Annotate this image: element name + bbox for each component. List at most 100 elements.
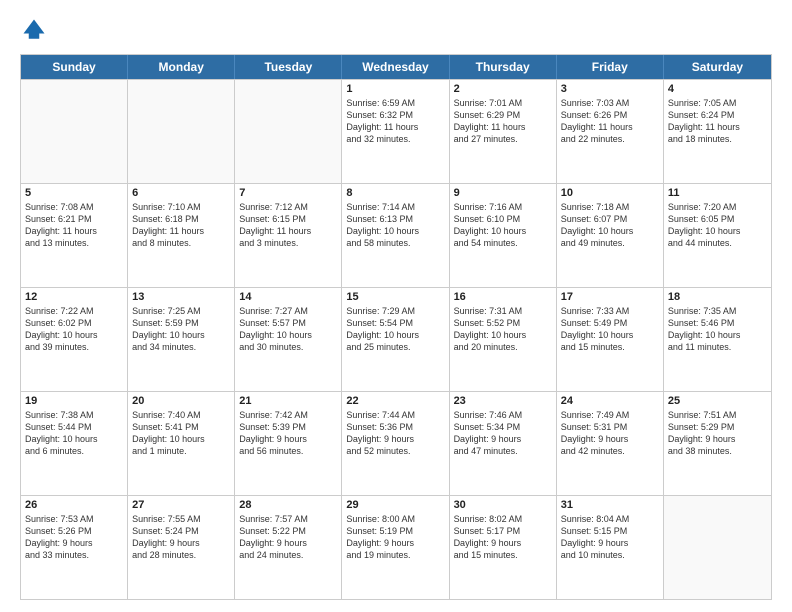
day-cell-20: 20 Sunrise: 7:40 AM Sunset: 5:41 PM Dayli… [128, 392, 235, 495]
day-number: 19 [25, 395, 123, 407]
day-cell-23: 23 Sunrise: 7:46 AM Sunset: 5:34 PM Dayli… [450, 392, 557, 495]
day-info: Sunrise: 7:35 AM Sunset: 5:46 PM Dayligh… [668, 305, 767, 354]
day-header-saturday: Saturday [664, 55, 771, 79]
day-cell-7: 7 Sunrise: 7:12 AM Sunset: 6:15 PM Daylig… [235, 184, 342, 287]
day-cell-19: 19 Sunrise: 7:38 AM Sunset: 5:44 PM Dayli… [21, 392, 128, 495]
day-info: Sunrise: 7:22 AM Sunset: 6:02 PM Dayligh… [25, 305, 123, 354]
day-number: 1 [346, 83, 444, 95]
day-cell-15: 15 Sunrise: 7:29 AM Sunset: 5:54 PM Dayli… [342, 288, 449, 391]
day-cell-12: 12 Sunrise: 7:22 AM Sunset: 6:02 PM Dayli… [21, 288, 128, 391]
day-info: Sunrise: 7:12 AM Sunset: 6:15 PM Dayligh… [239, 201, 337, 250]
day-number: 4 [668, 83, 767, 95]
week-row-3: 12 Sunrise: 7:22 AM Sunset: 6:02 PM Dayli… [21, 287, 771, 391]
empty-cell [128, 80, 235, 183]
empty-cell [21, 80, 128, 183]
day-number: 21 [239, 395, 337, 407]
day-number: 29 [346, 499, 444, 511]
day-info: Sunrise: 7:05 AM Sunset: 6:24 PM Dayligh… [668, 97, 767, 146]
day-info: Sunrise: 7:40 AM Sunset: 5:41 PM Dayligh… [132, 409, 230, 458]
day-number: 31 [561, 499, 659, 511]
day-info: Sunrise: 7:25 AM Sunset: 5:59 PM Dayligh… [132, 305, 230, 354]
day-info: Sunrise: 7:42 AM Sunset: 5:39 PM Dayligh… [239, 409, 337, 458]
day-number: 15 [346, 291, 444, 303]
day-info: Sunrise: 7:38 AM Sunset: 5:44 PM Dayligh… [25, 409, 123, 458]
calendar-body: 1 Sunrise: 6:59 AM Sunset: 6:32 PM Daylig… [21, 79, 771, 599]
day-header-wednesday: Wednesday [342, 55, 449, 79]
day-number: 9 [454, 187, 552, 199]
day-number: 6 [132, 187, 230, 199]
day-header-sunday: Sunday [21, 55, 128, 79]
day-cell-11: 11Sunrise: 7:20 AM Sunset: 6:05 PM Dayli… [664, 184, 771, 287]
day-cell-5: 5Sunrise: 7:08 AM Sunset: 6:21 PM Daylig… [21, 184, 128, 287]
day-cell-9: 9 Sunrise: 7:16 AM Sunset: 6:10 PM Daylig… [450, 184, 557, 287]
logo [20, 16, 52, 44]
day-cell-2: 2 Sunrise: 7:01 AM Sunset: 6:29 PM Daylig… [450, 80, 557, 183]
day-info: Sunrise: 7:46 AM Sunset: 5:34 PM Dayligh… [454, 409, 552, 458]
day-cell-28: 28 Sunrise: 7:57 AM Sunset: 5:22 PM Dayli… [235, 496, 342, 599]
header [20, 16, 772, 44]
day-cell-6: 6 Sunrise: 7:10 AM Sunset: 6:18 PM Daylig… [128, 184, 235, 287]
day-info: Sunrise: 7:55 AM Sunset: 5:24 PM Dayligh… [132, 513, 230, 562]
day-number: 22 [346, 395, 444, 407]
day-cell-4: 4 Sunrise: 7:05 AM Sunset: 6:24 PM Daylig… [664, 80, 771, 183]
day-info: Sunrise: 7:53 AM Sunset: 5:26 PM Dayligh… [25, 513, 123, 562]
day-number: 23 [454, 395, 552, 407]
day-cell-13: 13 Sunrise: 7:25 AM Sunset: 5:59 PM Dayli… [128, 288, 235, 391]
day-cell-22: 22Sunrise: 7:44 AM Sunset: 5:36 PM Dayli… [342, 392, 449, 495]
day-info: Sunrise: 8:00 AM Sunset: 5:19 PM Dayligh… [346, 513, 444, 562]
day-header-tuesday: Tuesday [235, 55, 342, 79]
day-info: Sunrise: 7:33 AM Sunset: 5:49 PM Dayligh… [561, 305, 659, 354]
day-cell-30: 30 Sunrise: 8:02 AM Sunset: 5:17 PM Dayli… [450, 496, 557, 599]
day-info: Sunrise: 7:51 AM Sunset: 5:29 PM Dayligh… [668, 409, 767, 458]
day-number: 2 [454, 83, 552, 95]
empty-cell [664, 496, 771, 599]
day-info: Sunrise: 7:49 AM Sunset: 5:31 PM Dayligh… [561, 409, 659, 458]
day-number: 20 [132, 395, 230, 407]
day-number: 8 [346, 187, 444, 199]
day-info: Sunrise: 7:01 AM Sunset: 6:29 PM Dayligh… [454, 97, 552, 146]
day-cell-1: 1 Sunrise: 6:59 AM Sunset: 6:32 PM Daylig… [342, 80, 449, 183]
day-number: 16 [454, 291, 552, 303]
day-info: Sunrise: 7:14 AM Sunset: 6:13 PM Dayligh… [346, 201, 444, 250]
day-info: Sunrise: 7:31 AM Sunset: 5:52 PM Dayligh… [454, 305, 552, 354]
week-row-4: 19 Sunrise: 7:38 AM Sunset: 5:44 PM Dayli… [21, 391, 771, 495]
day-number: 25 [668, 395, 767, 407]
day-info: Sunrise: 7:57 AM Sunset: 5:22 PM Dayligh… [239, 513, 337, 562]
week-row-1: 1 Sunrise: 6:59 AM Sunset: 6:32 PM Daylig… [21, 79, 771, 183]
day-cell-10: 10Sunrise: 7:18 AM Sunset: 6:07 PM Dayli… [557, 184, 664, 287]
day-number: 30 [454, 499, 552, 511]
day-info: Sunrise: 6:59 AM Sunset: 6:32 PM Dayligh… [346, 97, 444, 146]
day-info: Sunrise: 7:27 AM Sunset: 5:57 PM Dayligh… [239, 305, 337, 354]
day-cell-3: 3Sunrise: 7:03 AM Sunset: 6:26 PM Daylig… [557, 80, 664, 183]
day-info: Sunrise: 7:10 AM Sunset: 6:18 PM Dayligh… [132, 201, 230, 250]
day-number: 7 [239, 187, 337, 199]
week-row-2: 5Sunrise: 7:08 AM Sunset: 6:21 PM Daylig… [21, 183, 771, 287]
day-cell-18: 18Sunrise: 7:35 AM Sunset: 5:46 PM Dayli… [664, 288, 771, 391]
day-cell-27: 27Sunrise: 7:55 AM Sunset: 5:24 PM Dayli… [128, 496, 235, 599]
empty-cell [235, 80, 342, 183]
calendar-header: SundayMondayTuesdayWednesdayThursdayFrid… [21, 55, 771, 79]
day-number: 12 [25, 291, 123, 303]
day-info: Sunrise: 7:20 AM Sunset: 6:05 PM Dayligh… [668, 201, 767, 250]
day-info: Sunrise: 8:04 AM Sunset: 5:15 PM Dayligh… [561, 513, 659, 562]
day-number: 17 [561, 291, 659, 303]
day-cell-8: 8 Sunrise: 7:14 AM Sunset: 6:13 PM Daylig… [342, 184, 449, 287]
day-info: Sunrise: 7:16 AM Sunset: 6:10 PM Dayligh… [454, 201, 552, 250]
day-info: Sunrise: 8:02 AM Sunset: 5:17 PM Dayligh… [454, 513, 552, 562]
day-number: 14 [239, 291, 337, 303]
day-cell-24: 24 Sunrise: 7:49 AM Sunset: 5:31 PM Dayli… [557, 392, 664, 495]
day-number: 28 [239, 499, 337, 511]
day-cell-25: 25 Sunrise: 7:51 AM Sunset: 5:29 PM Dayli… [664, 392, 771, 495]
day-header-thursday: Thursday [450, 55, 557, 79]
day-number: 13 [132, 291, 230, 303]
page: SundayMondayTuesdayWednesdayThursdayFrid… [0, 0, 792, 612]
day-cell-26: 26 Sunrise: 7:53 AM Sunset: 5:26 PM Dayli… [21, 496, 128, 599]
day-number: 24 [561, 395, 659, 407]
day-number: 26 [25, 499, 123, 511]
day-cell-14: 14 Sunrise: 7:27 AM Sunset: 5:57 PM Dayli… [235, 288, 342, 391]
day-number: 10 [561, 187, 659, 199]
day-info: Sunrise: 7:29 AM Sunset: 5:54 PM Dayligh… [346, 305, 444, 354]
day-cell-21: 21 Sunrise: 7:42 AM Sunset: 5:39 PM Dayli… [235, 392, 342, 495]
week-row-5: 26 Sunrise: 7:53 AM Sunset: 5:26 PM Dayli… [21, 495, 771, 599]
day-number: 5 [25, 187, 123, 199]
